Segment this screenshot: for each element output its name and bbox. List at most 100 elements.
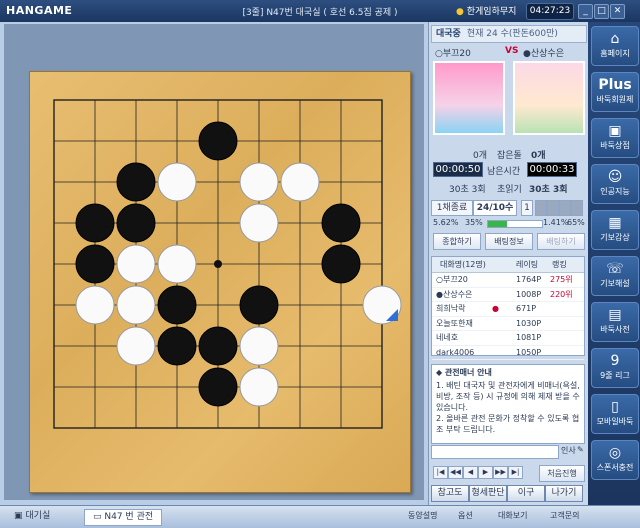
tab-btn-d[interactable] xyxy=(571,200,583,216)
list-item[interactable]: 네네호 1081P xyxy=(432,331,584,346)
tab-moves[interactable]: 24/10수 xyxy=(473,200,517,216)
chat-box[interactable]: ◆ 관전매너 안내 1. 배틴 대국자 및 관전자에게 비매너(욕설, 비방, … xyxy=(431,364,585,444)
black-stone xyxy=(239,285,279,325)
sidebar-item-ai[interactable]: ☺ 인공지능 xyxy=(591,164,639,204)
black-player-avatar[interactable] xyxy=(513,61,585,135)
tab-1[interactable]: 1 xyxy=(521,200,533,216)
white-stone xyxy=(239,203,279,243)
position-eval-button[interactable]: 형세판단 xyxy=(469,485,507,502)
window-title: [3줄] N47번 대국실 ( 호선 6.5집 공제 ) xyxy=(242,8,398,18)
black-stone xyxy=(116,203,156,243)
white-player-name: 부끄20 xyxy=(442,49,471,59)
footer-item[interactable]: 대화보기 xyxy=(498,510,527,521)
maximize-button[interactable]: □ xyxy=(594,4,609,19)
list-item[interactable]: 희희낙락 ● 671P xyxy=(432,302,584,317)
first-move-button[interactable]: |◀ xyxy=(433,466,448,479)
black-stone-icon: ● xyxy=(523,49,531,59)
replay-button[interactable]: 처음진행 xyxy=(539,465,585,482)
title-bar: HANGAME [3줄] N47번 대국실 ( 호선 6.5집 공제 ) ● 한… xyxy=(0,0,640,22)
black-player-name: 산상수은 xyxy=(530,49,564,59)
chat-send-icon[interactable]: ✎ xyxy=(577,445,584,454)
captured-black: 0개 xyxy=(531,151,546,161)
exit-button[interactable]: 나가기 xyxy=(545,485,583,502)
black-stone xyxy=(157,285,197,325)
progress-left: 5.62% xyxy=(433,218,459,227)
footer-item[interactable]: 옵션 xyxy=(458,510,473,521)
list-item[interactable]: 오늘또한재 1030P xyxy=(432,317,584,331)
list-item[interactable]: ○부끄20 1764P 275위 xyxy=(432,273,584,288)
footer-tab-lobby[interactable]: ▣ 대기실 xyxy=(14,509,50,524)
second-button[interactable]: 이구 xyxy=(507,485,545,502)
footer-tab-watch[interactable]: ▭ N47 번 관전 xyxy=(84,509,163,526)
home-icon: ⌂ xyxy=(610,31,620,47)
byoyomi-label: 초읽기 xyxy=(497,185,522,195)
last-move-button[interactable]: ▶| xyxy=(508,466,523,479)
sidebar-item-shop[interactable]: ▣ 바둑상점 xyxy=(591,118,639,158)
next10-button[interactable]: ▶▶ xyxy=(493,466,508,479)
reference-button[interactable]: 참고도 xyxy=(431,485,469,502)
next-button[interactable]: ▶ xyxy=(478,466,493,479)
captured-white: 0개 xyxy=(473,151,488,161)
tab-btn-c[interactable] xyxy=(559,200,571,216)
black-stone xyxy=(75,203,115,243)
ai-icon: ☺ xyxy=(607,169,623,185)
star-point xyxy=(214,260,222,268)
board-icon: ▦ xyxy=(608,215,622,231)
sidebar-item-dictionary[interactable]: ▤ 바둑사전 xyxy=(591,302,639,342)
tab-end[interactable]: 1채종료 xyxy=(431,200,473,216)
list-item[interactable]: dark4006 1050P xyxy=(432,346,584,360)
sidebar-item-home[interactable]: ⌂ 홈페이지 xyxy=(591,26,639,66)
close-button[interactable]: ✕ xyxy=(610,4,625,19)
white-stone xyxy=(75,285,115,325)
user-badge[interactable]: ● 한게임하무지 xyxy=(456,4,516,17)
col-name[interactable]: 대화명(12명) xyxy=(440,257,486,272)
go-board-grid[interactable] xyxy=(30,72,410,492)
book-icon: ▤ xyxy=(608,307,622,323)
captured-label: 잡은돌 xyxy=(497,151,522,161)
list-item[interactable]: ●산상수은 1008P 220위 xyxy=(432,288,584,302)
white-stone-icon: ○ xyxy=(435,49,443,59)
game-panel: 대국중 현재 24 수(판돈600만) ○부끄20 VS ●산상수은 0개 잡은돌… xyxy=(428,22,589,505)
minimize-button[interactable]: _ xyxy=(578,4,593,19)
bet-info-button[interactable]: 배팅정보 xyxy=(485,233,533,250)
time-black: 00:00:33 xyxy=(527,162,577,177)
bet-button[interactable]: 배팅하기 xyxy=(537,233,585,250)
white-player-avatar[interactable] xyxy=(433,61,505,135)
clock: 04:27:23 xyxy=(526,3,574,20)
bottom-buttons: 참고도 형세판단 이구 나가기 xyxy=(431,485,585,502)
sidebar-item-membership[interactable]: Plus 바둑회원제 xyxy=(591,72,639,112)
game-status: 대국중 현재 24 수(판돈600만) xyxy=(431,25,587,43)
replay-nav: |◀ ◀◀ ◀ ▶ ▶▶ ▶| 처음진행 xyxy=(431,465,585,482)
go-board[interactable] xyxy=(29,71,411,493)
black-stone xyxy=(321,244,361,284)
col-rank[interactable]: 랭킹 xyxy=(552,257,567,272)
byoyomi-white: 30초 3회 xyxy=(449,185,486,195)
footer-item[interactable]: 고객문의 xyxy=(550,510,579,521)
chat-input[interactable] xyxy=(431,445,559,459)
prev10-button[interactable]: ◀◀ xyxy=(448,466,463,479)
sidebar-item-sponsor[interactable]: ◎ 스폰서충전 xyxy=(591,440,639,480)
prev-button[interactable]: ◀ xyxy=(463,466,478,479)
board-area xyxy=(4,24,424,500)
white-stone xyxy=(157,162,197,202)
time-white: 00:00:50 xyxy=(433,162,483,177)
white-stone xyxy=(157,244,197,284)
panel-tabs: 1채종료 24/10수 1 xyxy=(431,200,585,216)
footer-item[interactable]: 동양설명 xyxy=(408,510,437,521)
sidebar-item-mobile[interactable]: ▯ 모바일바둑 xyxy=(591,394,639,434)
tab-btn-a[interactable] xyxy=(535,200,547,216)
sidebar-item-kifu[interactable]: ▦ 기보감상 xyxy=(591,210,639,250)
white-stone xyxy=(239,162,279,202)
game-status-label: 대국중 xyxy=(436,29,461,39)
summary-button[interactable]: 종합하기 xyxy=(433,233,481,250)
medal-icon: ● xyxy=(456,7,464,17)
tab-btn-b[interactable] xyxy=(547,200,559,216)
black-stone xyxy=(157,326,197,366)
user-list-header: 대화명(12명) 레이팅 랭킹 xyxy=(432,257,584,273)
black-stone xyxy=(321,203,361,243)
sidebar-item-commentary[interactable]: ☏ 기보해설 xyxy=(591,256,639,296)
chat-greet-button[interactable]: 인사 xyxy=(561,445,576,456)
byoyomi-black: 30초 3회 xyxy=(529,185,568,195)
col-rating[interactable]: 레이팅 xyxy=(516,257,538,272)
sidebar-item-league[interactable]: 9 9줄 리그 xyxy=(591,348,639,388)
